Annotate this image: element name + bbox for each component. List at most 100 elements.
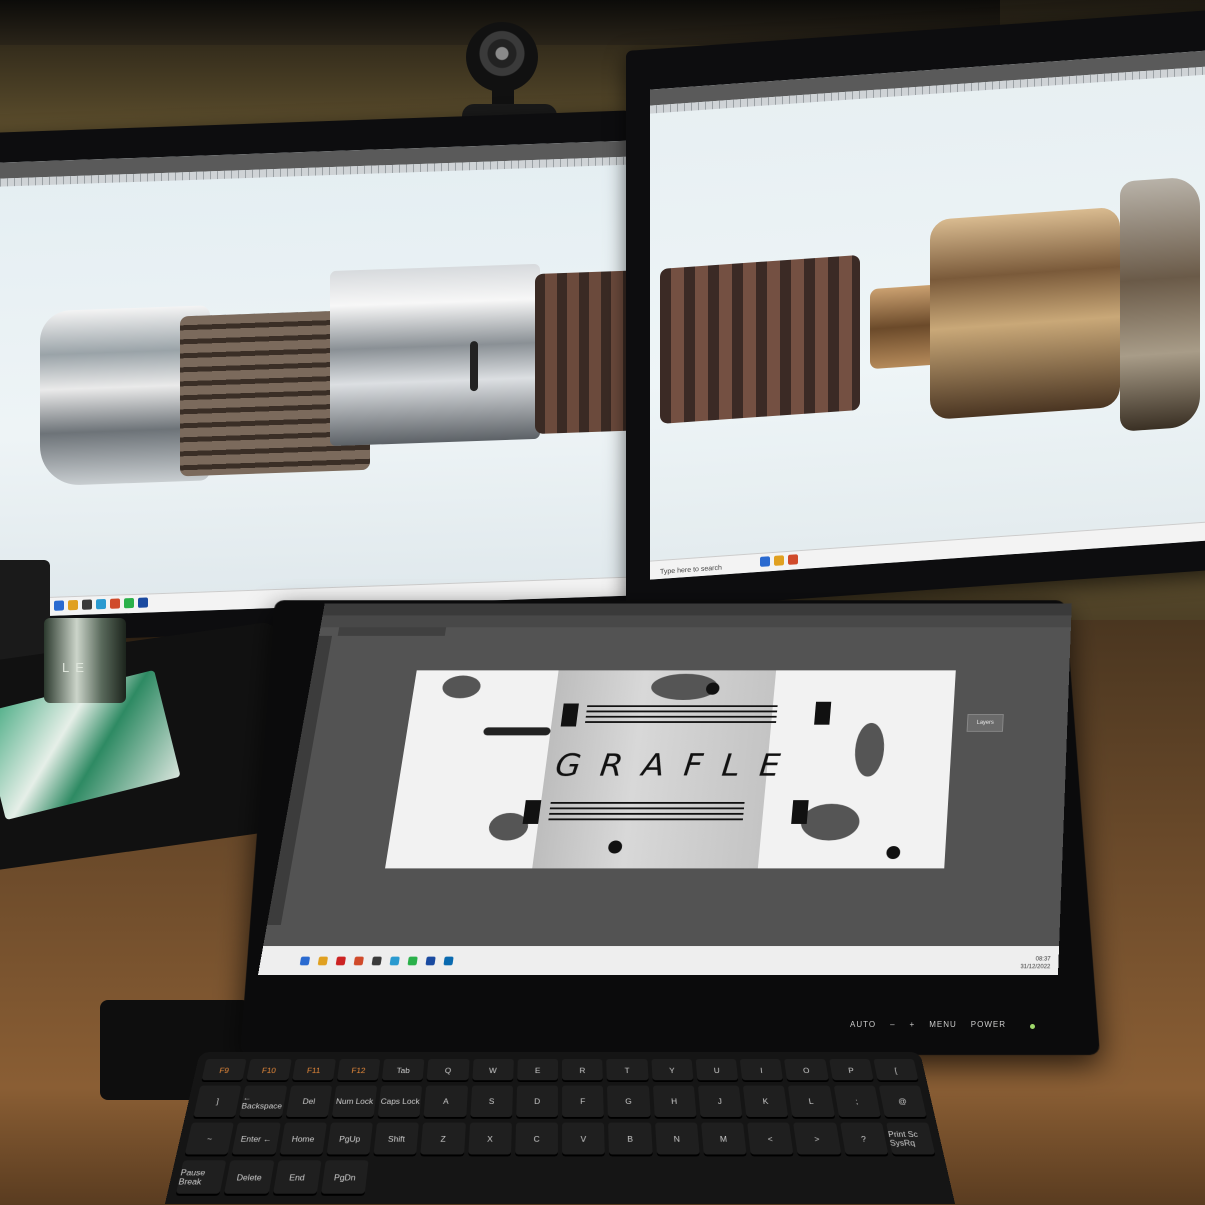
plus-button[interactable]: + xyxy=(910,1020,916,1029)
bar-mark xyxy=(483,727,551,735)
key[interactable]: C xyxy=(515,1122,558,1156)
key[interactable]: Q xyxy=(427,1059,469,1082)
key[interactable]: Shift xyxy=(373,1122,419,1156)
key[interactable]: Del xyxy=(285,1086,332,1119)
minus-button[interactable]: – xyxy=(890,1020,895,1029)
key[interactable]: U xyxy=(695,1059,738,1082)
key[interactable]: G xyxy=(607,1086,650,1119)
fkey[interactable]: F9 xyxy=(201,1059,247,1082)
key[interactable]: ; xyxy=(833,1086,881,1119)
key[interactable]: V xyxy=(562,1122,605,1156)
saber-ring-image xyxy=(660,255,860,424)
taskbar-icons xyxy=(760,554,798,569)
key[interactable]: End xyxy=(272,1160,321,1196)
slot-mark xyxy=(523,800,542,824)
key[interactable]: Print Sc SysRq xyxy=(886,1122,936,1156)
app-icon[interactable] xyxy=(54,600,64,610)
key[interactable]: K xyxy=(743,1086,789,1119)
menu-button[interactable]: MENU xyxy=(929,1020,957,1029)
app-icon[interactable] xyxy=(138,597,148,607)
app-icon[interactable] xyxy=(390,957,400,966)
key[interactable]: < xyxy=(747,1122,794,1156)
key[interactable]: A xyxy=(424,1086,468,1119)
key[interactable]: M xyxy=(701,1122,747,1156)
key[interactable]: > xyxy=(793,1122,841,1156)
layers-panel-button[interactable]: Layers xyxy=(967,714,1004,732)
key[interactable]: Home xyxy=(279,1122,327,1156)
key[interactable]: Num Lock xyxy=(331,1086,377,1119)
photoshop-options-bar xyxy=(320,615,1071,627)
saber-slot-image xyxy=(470,341,478,391)
key[interactable]: Enter ← xyxy=(232,1122,281,1156)
key[interactable]: Delete xyxy=(224,1160,274,1196)
fkey[interactable]: F10 xyxy=(246,1059,291,1082)
stripe-lines-bottom xyxy=(548,802,744,822)
app-icon[interactable] xyxy=(318,957,328,966)
ink-blob xyxy=(853,723,886,777)
key[interactable]: Pause Break xyxy=(176,1160,227,1196)
key[interactable]: Z xyxy=(421,1122,466,1156)
app-icon[interactable] xyxy=(760,556,770,567)
power-button[interactable]: POWER xyxy=(971,1020,1006,1029)
left-monitor-screen xyxy=(0,141,630,619)
key[interactable]: PgUp xyxy=(326,1122,373,1156)
auto-button[interactable]: AUTO xyxy=(850,1020,876,1029)
key[interactable]: PgDn xyxy=(321,1160,369,1196)
app-icon[interactable] xyxy=(354,957,364,966)
key[interactable]: F xyxy=(562,1086,604,1119)
app-icon[interactable] xyxy=(124,598,134,608)
app-icon[interactable] xyxy=(372,957,382,966)
app-icon[interactable] xyxy=(82,599,92,609)
key[interactable]: B xyxy=(608,1122,652,1156)
key[interactable]: X xyxy=(468,1122,512,1156)
key[interactable]: ← Backspace xyxy=(239,1086,287,1119)
key[interactable]: ~ xyxy=(184,1122,234,1156)
key[interactable]: Caps Lock xyxy=(378,1086,423,1119)
key[interactable]: E xyxy=(517,1059,558,1082)
stripe-lines-top xyxy=(585,705,778,724)
fkey[interactable]: F12 xyxy=(336,1059,380,1082)
app-icon[interactable] xyxy=(774,555,784,566)
photoshop-menubar xyxy=(323,603,1072,615)
logo-text: GRAFLE xyxy=(553,748,801,784)
app-icon[interactable] xyxy=(110,598,120,608)
photoshop-icon[interactable] xyxy=(443,957,453,966)
app-icon[interactable] xyxy=(407,957,417,966)
key[interactable]: Y xyxy=(651,1059,693,1082)
key[interactable]: J xyxy=(698,1086,743,1119)
app-icon[interactable] xyxy=(788,554,798,565)
key[interactable]: @ xyxy=(879,1086,927,1119)
clock-time: 08:37 xyxy=(1020,956,1050,964)
fkey[interactable]: F11 xyxy=(291,1059,335,1082)
taskbar-clock: 08:37 31/12/2022 xyxy=(1020,956,1051,971)
taskbar-search[interactable]: Type here to search xyxy=(660,565,722,576)
key[interactable]: Tab xyxy=(382,1059,425,1082)
app-icon[interactable] xyxy=(96,599,106,609)
app-icon[interactable] xyxy=(68,600,78,610)
key[interactable]: T xyxy=(606,1059,648,1082)
app-icon[interactable] xyxy=(425,957,435,966)
key[interactable]: O xyxy=(784,1059,828,1082)
keyboard: F9 F10 F11 F12 Tab Q W E R T Y U I O P[] ← Backspace Del… xyxy=(165,1052,955,1204)
key[interactable]: ? xyxy=(840,1122,889,1156)
key[interactable]: S xyxy=(470,1086,513,1119)
key[interactable]: L xyxy=(788,1086,835,1119)
slot-mark xyxy=(561,704,579,727)
key[interactable]: D xyxy=(516,1086,558,1119)
key[interactable]: [ xyxy=(873,1059,919,1082)
webcam xyxy=(466,22,538,92)
tablet-taskbar: 08:37 31/12/2022 xyxy=(258,946,1059,975)
key[interactable]: N xyxy=(655,1122,700,1156)
saber-body-image xyxy=(330,264,540,446)
key[interactable]: I xyxy=(740,1059,784,1082)
canvas[interactable]: GRAFLE xyxy=(385,670,956,868)
key[interactable]: ] xyxy=(193,1086,241,1119)
key[interactable]: R xyxy=(562,1059,603,1082)
app-icon[interactable] xyxy=(336,957,346,966)
document-tab[interactable] xyxy=(338,627,446,636)
key[interactable]: H xyxy=(652,1086,696,1119)
key[interactable]: P xyxy=(829,1059,874,1082)
app-icon[interactable] xyxy=(300,957,310,966)
key[interactable]: W xyxy=(472,1059,514,1082)
power-led xyxy=(1030,1024,1035,1029)
